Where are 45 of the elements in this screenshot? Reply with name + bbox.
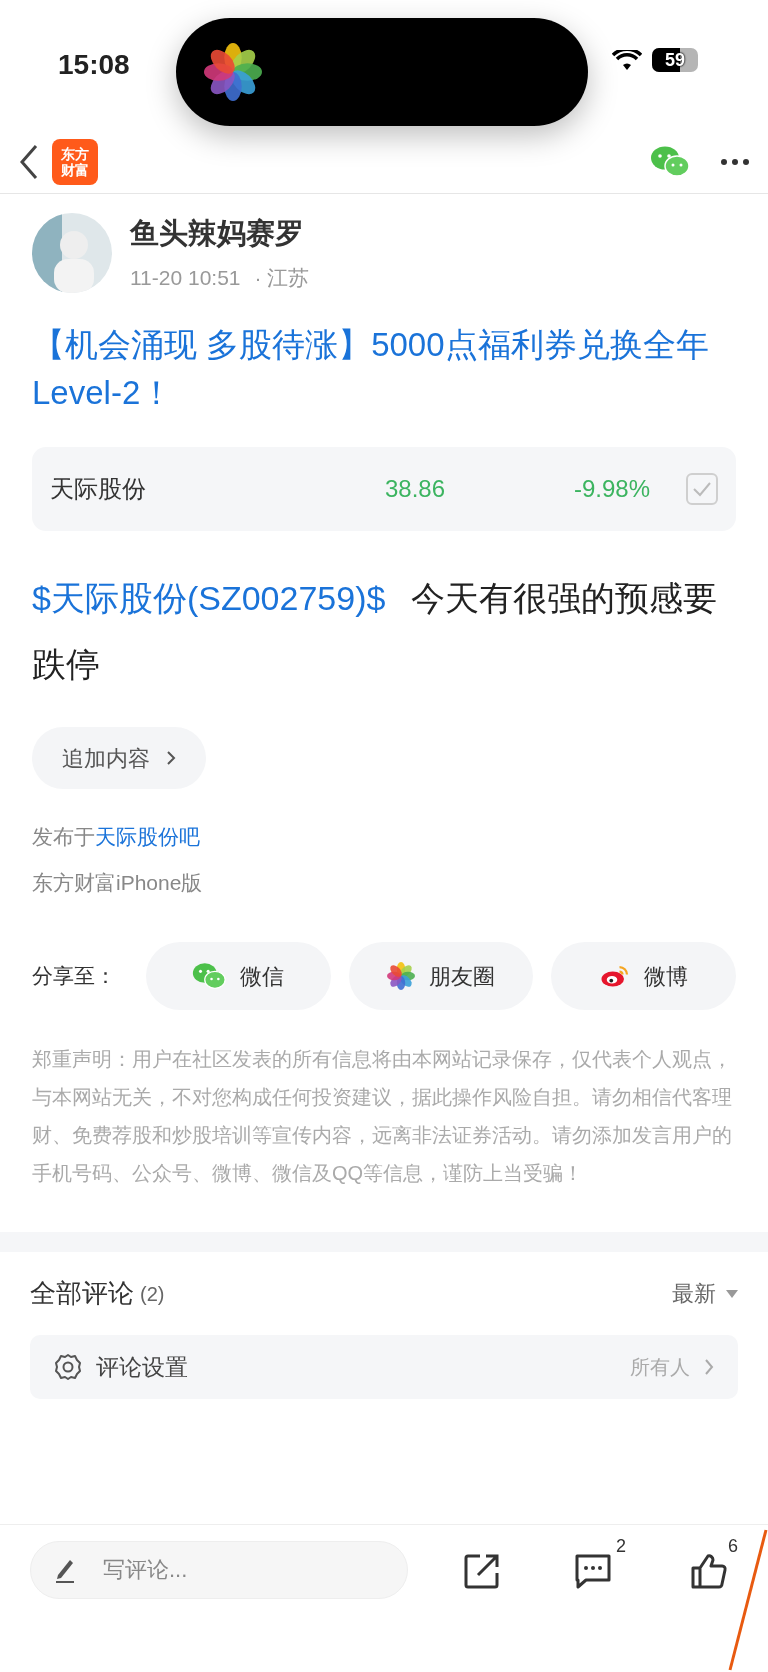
comment-badge-count: 2	[616, 1535, 626, 1558]
comment-count: (2)	[140, 1281, 165, 1307]
published-in: 发布于天际股份吧	[31, 824, 201, 850]
post-date: 11-20 10:51	[130, 264, 241, 291]
author-name[interactable]: 鱼头辣妈赛罗	[130, 212, 310, 256]
comment-settings-row[interactable]: 评论设置 所有人	[30, 1335, 738, 1399]
comment-input[interactable]: 写评论...	[30, 1541, 408, 1599]
share-icon[interactable]	[464, 1553, 500, 1589]
share-label: 分享至：	[32, 963, 117, 990]
wifi-icon	[612, 50, 642, 72]
share-button[interactable]: 微博	[551, 942, 736, 1010]
sort-dropdown[interactable]: 最新	[672, 1277, 738, 1310]
settings-value: 所有人	[630, 1355, 690, 1380]
post-body: $天际股份(SZ002759)$ 今天有很强的预感要跌停	[31, 578, 719, 685]
checkmark-icon	[692, 481, 712, 497]
more-icon[interactable]	[720, 157, 750, 166]
comments-title: 全部评论	[30, 1277, 134, 1310]
app-logo: 东方 财富	[52, 138, 98, 185]
share-button[interactable]: 朋友圈	[348, 942, 534, 1010]
post-title[interactable]: 【机会涌现 多股待涨】5000点福利券兑换全年Level-2！	[0, 321, 768, 417]
wechat-icon	[192, 961, 227, 991]
chevron-icon	[704, 1358, 714, 1376]
status-time: 15:08	[58, 48, 130, 82]
stock-change: -9.98%	[572, 474, 650, 504]
disclaimer-text: 郑重声明：用户在社区发表的所有信息将由本网站记录保存，仅代表个人观点，与本网站无关，不对您构成任何投资建议，据此操作风险自担。请勿相信代客理财、免费荐股和炒股培训等宣传内容，远离非法证券活动。请勿添加发言用户的手机号码、公众号、微博、微信及QQ等信息，谨防上当受骗！	[31, 1047, 733, 1186]
forum-link[interactable]: 天际股份吧	[95, 825, 200, 848]
stock-link[interactable]: $天际股份(SZ002759)$	[32, 579, 386, 617]
settings-label: 评论设置	[96, 1352, 188, 1382]
append-content-button[interactable]: 追加内容	[32, 727, 206, 789]
settings-icon	[54, 1353, 82, 1381]
stock-card[interactable]: 天际股份 38.86 -9.98%	[32, 447, 736, 531]
aperture-icon	[387, 962, 415, 990]
thumbs-up-icon[interactable]	[690, 1553, 728, 1589]
post-location: · 江苏	[254, 264, 310, 291]
dropdown-caret-icon	[726, 1289, 738, 1298]
like-count: 6	[728, 1535, 738, 1558]
chevron-icon	[166, 750, 176, 766]
share-button[interactable]: 微信	[146, 942, 331, 1010]
wechat-icon	[650, 144, 690, 179]
client-source: 东方财富iPhone版	[31, 869, 204, 896]
comment-icon[interactable]	[574, 1553, 612, 1589]
watchlist-checkbox[interactable]	[686, 473, 718, 505]
stock-name: 天际股份	[50, 474, 147, 504]
photos-icon	[204, 43, 262, 101]
stock-price: 38.86	[383, 474, 447, 504]
